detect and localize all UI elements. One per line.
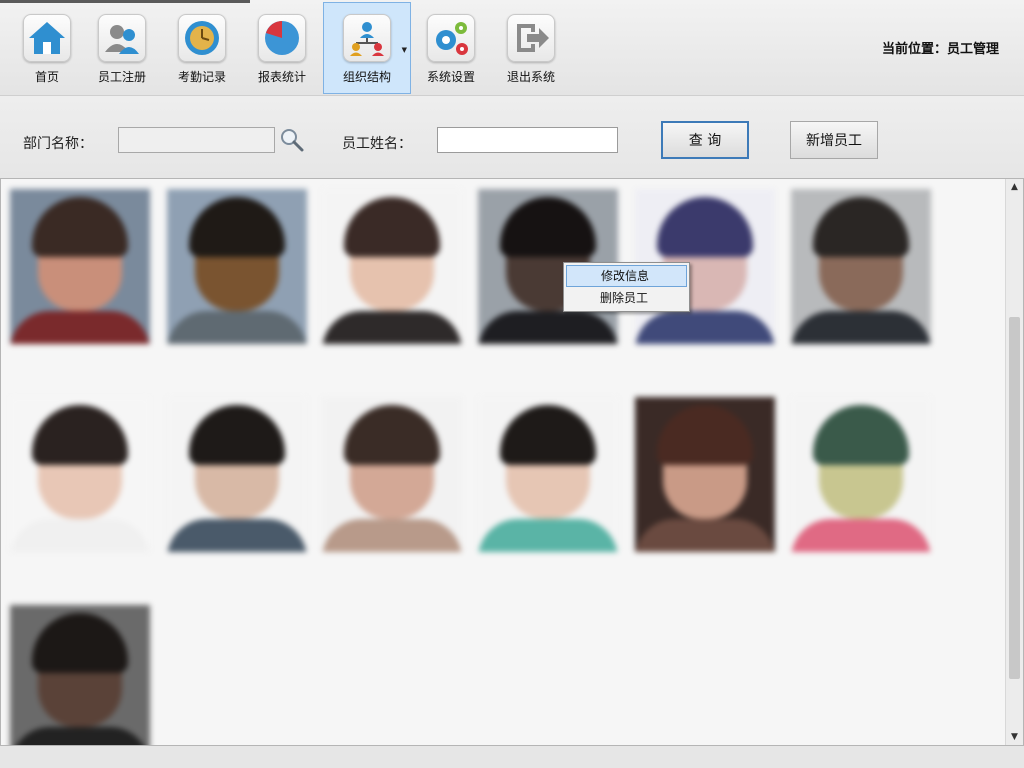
- employee-photo[interactable]: [791, 397, 931, 552]
- current-location: 当前位置：员工管理: [881, 42, 999, 57]
- employee-name-caption: [15, 567, 135, 579]
- scroll-up-icon[interactable]: ▲: [1006, 179, 1023, 195]
- employee-name-caption: [484, 567, 604, 579]
- employee-photo-grid: ▲ ▼: [0, 178, 1024, 746]
- employee-name-caption: [484, 359, 604, 371]
- query-button[interactable]: 查 询: [661, 121, 749, 159]
- menu-item-edit-info[interactable]: 修改信息: [566, 265, 687, 287]
- search-icon[interactable]: [279, 127, 305, 153]
- users-icon: [98, 14, 146, 62]
- employee-photo[interactable]: [10, 605, 150, 745]
- toolbar-item-attendance[interactable]: 考勤记录: [166, 10, 238, 90]
- toolbar-item-settings[interactable]: 系统设置: [415, 10, 487, 90]
- add-employee-button[interactable]: 新增员工: [790, 121, 878, 159]
- toolbar-item-label: 退出系统: [506, 70, 555, 84]
- employee-name-caption: [641, 359, 761, 371]
- dept-name-label: 部门名称：: [23, 136, 93, 152]
- employee-name-caption: [328, 567, 448, 579]
- employee-photo[interactable]: [635, 397, 775, 552]
- vertical-scrollbar[interactable]: ▲ ▼: [1005, 179, 1023, 745]
- toolbar-item-label: 系统设置: [426, 70, 475, 84]
- toolbar-item-label: 首页: [34, 70, 59, 84]
- employee-photo[interactable]: [791, 189, 931, 344]
- employee-name-caption: [15, 359, 135, 371]
- dept-name-input[interactable]: [118, 127, 275, 153]
- employee-name-caption: [328, 359, 448, 371]
- employee-photo[interactable]: [167, 189, 307, 344]
- employee-name-caption: [797, 567, 917, 579]
- scroll-down-icon[interactable]: ▼: [1006, 729, 1023, 745]
- toolbar-item-exit[interactable]: 退出系统: [495, 10, 567, 90]
- employee-photo[interactable]: [322, 189, 462, 344]
- toolbar-item-label: 报表统计: [257, 70, 306, 84]
- main-toolbar: 首页 员工注册 考勤记录 报表统计 组织结构 ▼ 系统设置 退出系统 当前位置：…: [0, 0, 1024, 96]
- toolbar-item-label: 考勤记录: [177, 70, 226, 84]
- status-strip: [0, 746, 1024, 768]
- employee-name-label: 员工姓名：: [342, 136, 412, 152]
- home-icon: [23, 14, 71, 62]
- gears-icon: [427, 14, 475, 62]
- toolbar-item-register[interactable]: 员工注册: [86, 10, 158, 90]
- employee-name-caption: [173, 567, 293, 579]
- employee-name-caption: [641, 567, 761, 579]
- employee-photo[interactable]: [10, 397, 150, 552]
- employee-photo[interactable]: [10, 189, 150, 344]
- clock-icon: [178, 14, 226, 62]
- toolbar-item-label: 员工注册: [97, 70, 146, 84]
- employee-photo[interactable]: [167, 397, 307, 552]
- toolbar-item-reports[interactable]: 报表统计: [246, 10, 318, 90]
- employee-name-caption: [797, 359, 917, 371]
- scroll-thumb[interactable]: [1009, 317, 1020, 679]
- toolbar-item-home[interactable]: 首页: [11, 10, 83, 90]
- employee-name-caption: [173, 359, 293, 371]
- employee-photo[interactable]: [478, 397, 618, 552]
- org-chart-icon: [343, 14, 391, 62]
- employee-photo[interactable]: [322, 397, 462, 552]
- pie-chart-icon: [258, 14, 306, 62]
- employee-name-input[interactable]: [437, 127, 618, 153]
- toolbar-item-label: 组织结构: [342, 70, 391, 84]
- title-bar-strip: [0, 0, 250, 3]
- exit-icon: [507, 14, 555, 62]
- toolbar-item-org-structure[interactable]: 组织结构 ▼: [323, 2, 411, 94]
- context-menu: 修改信息 删除员工: [563, 262, 690, 312]
- menu-item-delete-employee[interactable]: 删除员工: [566, 287, 687, 309]
- dropdown-arrow-icon[interactable]: ▼: [402, 46, 407, 54]
